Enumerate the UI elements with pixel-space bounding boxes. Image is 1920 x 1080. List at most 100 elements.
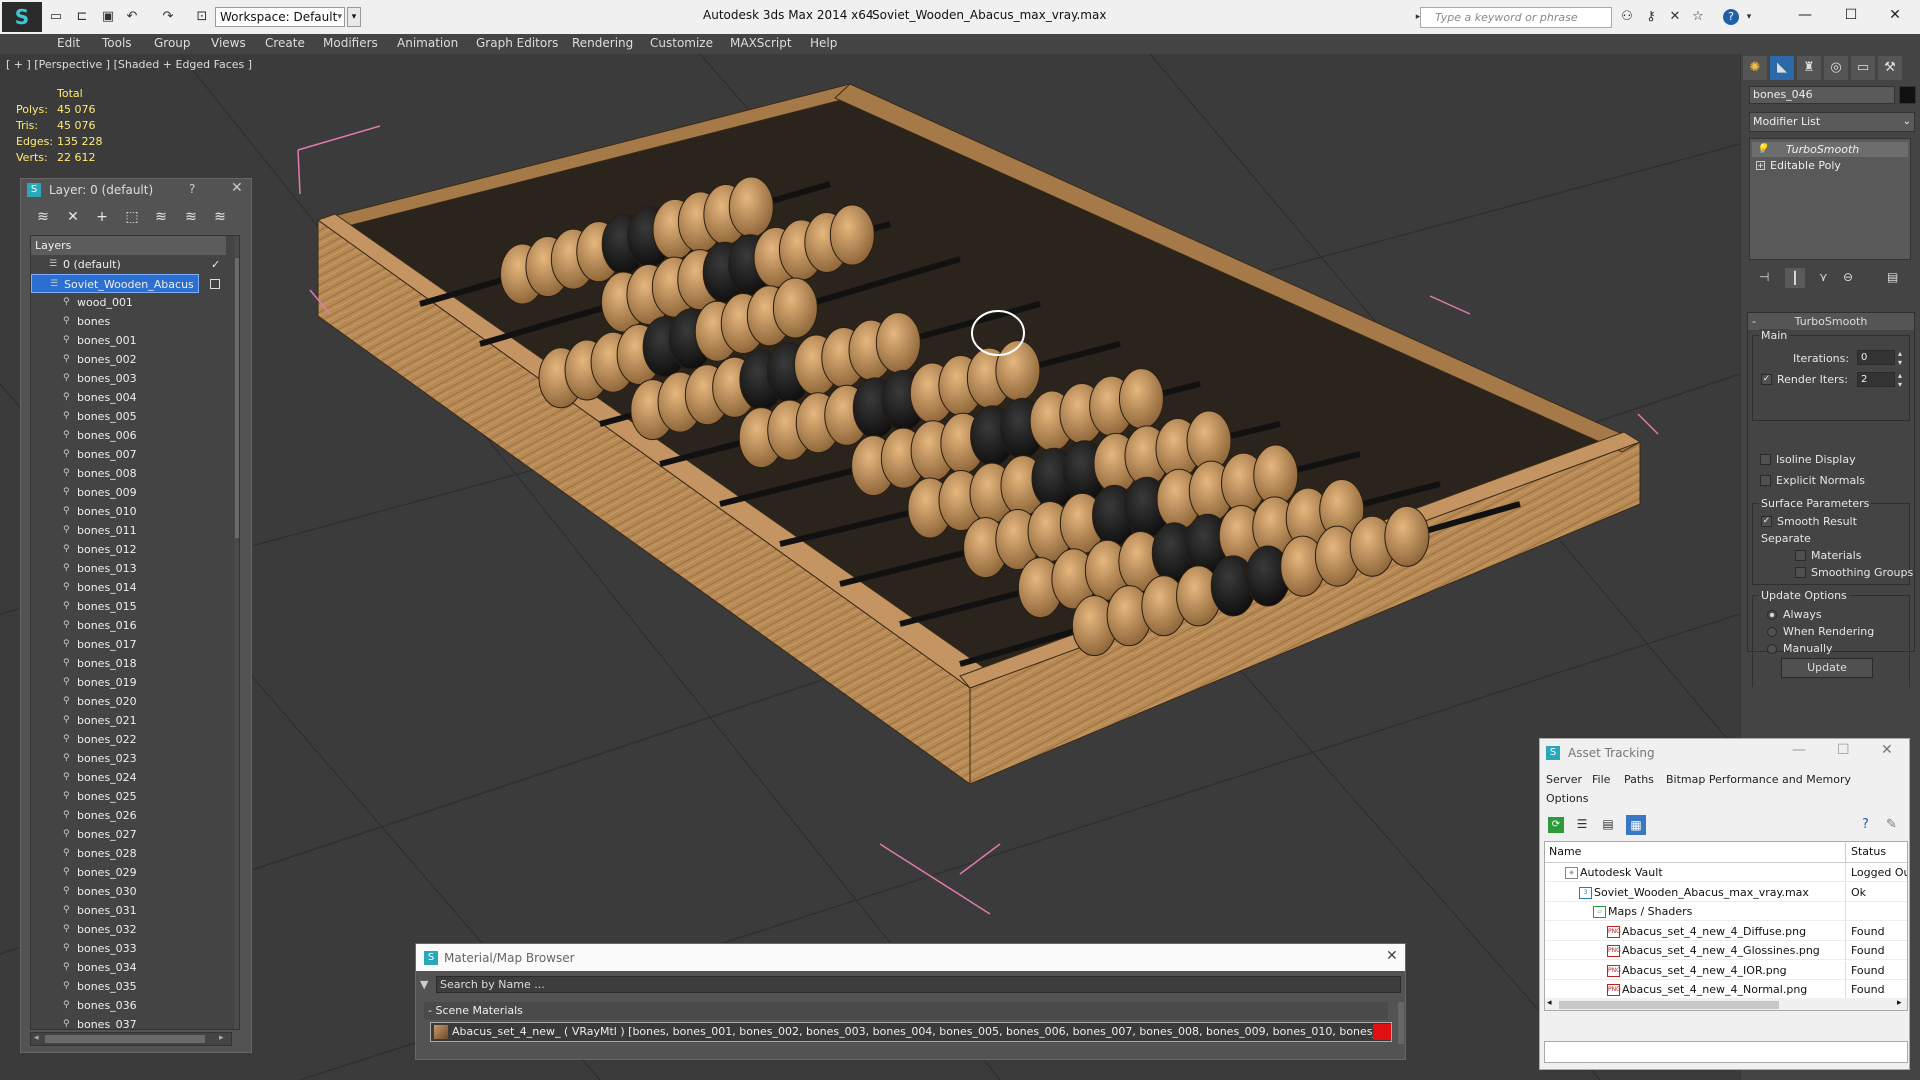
table-view-icon[interactable]: ▦ xyxy=(1626,815,1646,835)
layer-panel-help-button[interactable]: ? xyxy=(189,182,195,196)
asset-horizontal-scrollbar[interactable]: ◂ ▸ xyxy=(1545,998,1907,1010)
create-tab-icon[interactable]: ✺ xyxy=(1743,56,1767,80)
layers-horizontal-scrollbar[interactable]: ◂ ▸ xyxy=(30,1032,232,1046)
workspace-menu-button[interactable]: ▾ xyxy=(347,7,361,27)
layer-panel-titlebar[interactable]: S Layer: 0 (default) ? ✕ xyxy=(21,179,251,201)
asset-row[interactable]: PNGAbacus_set_4_new_4_Glossines.png Found xyxy=(1545,941,1907,960)
layer-row[interactable]: ⚲ bones_036 xyxy=(31,996,226,1015)
layer-row[interactable]: ⚲ bones_005 xyxy=(31,407,226,426)
perspective-viewport[interactable]: [ + ] [Perspective ] [Shaded + Edged Fac… xyxy=(0,54,1740,1080)
new-file-icon[interactable]: ▭ xyxy=(48,9,64,25)
asset-table[interactable]: Name Status ◈ Autodesk Vault Logged Ou 3 Sov… xyxy=(1544,841,1908,1011)
asset-menu-bitmap-performance[interactable]: Bitmap Performance and Memory xyxy=(1666,773,1851,786)
layer-row[interactable]: ⚲ bones_029 xyxy=(31,863,226,882)
asset-maximize-button[interactable]: ☐ xyxy=(1837,742,1850,758)
column-status[interactable]: Status xyxy=(1851,842,1886,861)
layer-row[interactable]: ⚲ bones_015 xyxy=(31,597,226,616)
motion-tab-icon[interactable]: ◎ xyxy=(1824,56,1848,80)
asset-row[interactable]: ◈ Autodesk Vault Logged Ou xyxy=(1545,863,1907,882)
asset-row[interactable]: 3 Soviet_Wooden_Abacus_max_vray.max Ok xyxy=(1545,882,1907,902)
layers-vertical-scrollbar[interactable] xyxy=(234,236,239,1029)
modifier-stack[interactable]: 💡 TurboSmooth + Editable Poly xyxy=(1749,138,1911,260)
hierarchy-tab-icon[interactable]: ♜ xyxy=(1797,56,1821,80)
layers-scroll-thumb[interactable] xyxy=(235,258,239,538)
pin-stack-icon[interactable]: ⊣ xyxy=(1759,270,1769,284)
modifier-list-dropdown[interactable]: Modifier List ⌄ xyxy=(1749,112,1915,132)
project-folder-icon[interactable]: ⊡ xyxy=(194,9,210,25)
scroll-left-icon[interactable]: ◂ xyxy=(1547,998,1552,1008)
menu-rendering[interactable]: Rendering xyxy=(572,36,633,50)
asset-help-icon[interactable]: ? xyxy=(1862,817,1869,832)
render-iters-checkbox[interactable]: ✓ xyxy=(1761,374,1772,385)
menu-customize[interactable]: Customize xyxy=(650,36,713,50)
abacus-bead[interactable] xyxy=(1118,368,1164,430)
workspace-dropdown[interactable]: Workspace: Default ▾ xyxy=(215,7,345,27)
search-input[interactable]: Type a keyword or phrase xyxy=(1420,7,1612,28)
layer-row[interactable]: ☰ 0 (default) ✓ xyxy=(31,255,226,274)
make-active-checkbox[interactable] xyxy=(210,279,220,289)
render-iters-spinner[interactable]: 2 xyxy=(1857,372,1895,387)
asset-menu-file[interactable]: File xyxy=(1592,773,1610,786)
layer-row[interactable]: ⚲ bones_009 xyxy=(31,483,226,502)
layer-row[interactable]: ⚲ bones_012 xyxy=(31,540,226,559)
thumbnail-view-icon[interactable]: ▤ xyxy=(1600,817,1616,833)
scene-materials-header[interactable]: - Scene Materials xyxy=(424,1002,1388,1020)
asset-menu-paths[interactable]: Paths xyxy=(1624,773,1654,786)
abacus-bead[interactable] xyxy=(995,340,1041,402)
layer-row[interactable]: ⚲ bones xyxy=(31,312,226,331)
layer-row[interactable]: ⚲ bones_003 xyxy=(31,369,226,388)
scroll-left-icon[interactable]: ◂ xyxy=(34,1033,39,1043)
refresh-icon[interactable]: ⟳ xyxy=(1548,817,1564,833)
menu-maxscript[interactable]: MAXScript xyxy=(730,36,792,50)
manually-radio[interactable] xyxy=(1767,644,1777,654)
remove-modifier-icon[interactable]: ⊖ xyxy=(1843,270,1853,284)
layer-row[interactable]: ⚲ bones_035 xyxy=(31,977,226,996)
abacus-bead[interactable] xyxy=(1384,505,1430,567)
material-browser-close-button[interactable]: ✕ xyxy=(1386,948,1398,964)
maximize-button[interactable]: ☐ xyxy=(1836,4,1866,26)
display-tab-icon[interactable]: ▭ xyxy=(1851,56,1875,80)
show-end-result-icon[interactable]: ┃ xyxy=(1785,268,1805,288)
layer-panel-close-button[interactable]: ✕ xyxy=(231,180,243,196)
layer-row[interactable]: ⚲ bones_024 xyxy=(31,768,226,787)
layer-row[interactable]: ⚲ bones_010 xyxy=(31,502,226,521)
layer-row[interactable]: ⚲ bones_017 xyxy=(31,635,226,654)
filter-dropdown-icon[interactable]: ▼ xyxy=(420,978,428,991)
abacus-bead[interactable] xyxy=(772,277,818,339)
asset-minimize-button[interactable]: — xyxy=(1792,742,1806,758)
object-color-swatch[interactable] xyxy=(1899,86,1916,104)
binoculars-icon[interactable]: ⚇ xyxy=(1619,9,1635,25)
delete-layer-icon[interactable]: ✕ xyxy=(64,208,82,226)
minimize-button[interactable]: — xyxy=(1790,4,1820,26)
close-button[interactable]: ✕ xyxy=(1880,4,1910,26)
smoothing-groups-checkbox[interactable] xyxy=(1795,567,1806,578)
layer-row[interactable]: ⚲ bones_033 xyxy=(31,939,226,958)
app-logo-icon[interactable]: S xyxy=(2,2,42,32)
asset-hscroll-thumb[interactable] xyxy=(1559,1001,1779,1009)
explicit-normals-checkbox[interactable] xyxy=(1760,475,1771,486)
help-dropdown-icon[interactable]: ▾ xyxy=(1741,9,1757,25)
asset-row[interactable]: PNGAbacus_set_4_new_4_IOR.png Found xyxy=(1545,960,1907,980)
layer-row[interactable]: ⚲ bones_026 xyxy=(31,806,226,825)
layer-row[interactable]: ⚲ bones_019 xyxy=(31,673,226,692)
menu-tools[interactable]: Tools xyxy=(102,36,132,50)
utilities-tab-icon[interactable]: ⚒ xyxy=(1878,56,1902,80)
menu-group[interactable]: Group xyxy=(154,36,191,50)
layer-row[interactable]: ☰ Soviet_Wooden_Abacus xyxy=(31,274,220,293)
layer-row[interactable]: ⚲ bones_020 xyxy=(31,692,226,711)
select-layer-objects-icon[interactable]: ⬚ xyxy=(123,208,141,226)
abacus-bead[interactable] xyxy=(728,176,774,238)
asset-context-help-icon[interactable]: ✎ xyxy=(1886,817,1897,832)
when-rendering-radio[interactable] xyxy=(1767,627,1777,637)
menu-help[interactable]: Help xyxy=(810,36,837,50)
scroll-right-icon[interactable]: ▸ xyxy=(219,1033,224,1043)
layer-row[interactable]: ⚲ bones_004 xyxy=(31,388,226,407)
asset-row[interactable]: PNGAbacus_set_4_new_4_Normal.png Found xyxy=(1545,980,1907,999)
menu-graph-editors[interactable]: Graph Editors xyxy=(476,36,558,50)
modify-tab-icon[interactable]: ◣ xyxy=(1770,56,1794,80)
abacus-bead[interactable] xyxy=(1253,444,1299,506)
layer-row[interactable]: ⚲ bones_016 xyxy=(31,616,226,635)
scene-material-row[interactable]: Abacus_set_4_new_ ( VRayMtl ) [bones, bo… xyxy=(430,1022,1392,1042)
update-button[interactable]: Update xyxy=(1781,658,1873,678)
stack-item-editable-poly[interactable]: + Editable Poly xyxy=(1752,158,1908,173)
